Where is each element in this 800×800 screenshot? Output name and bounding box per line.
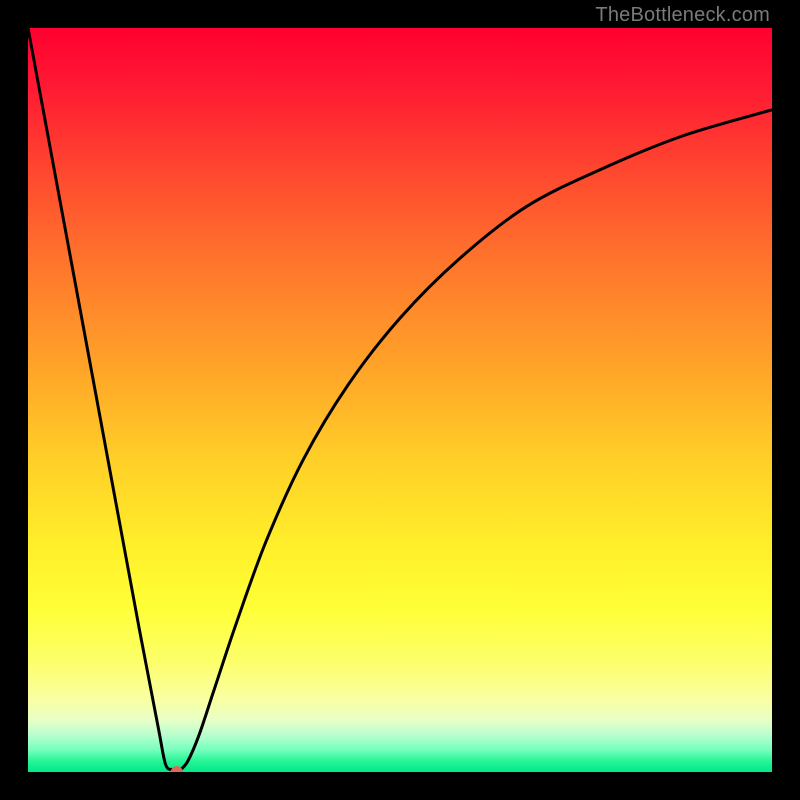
chart-frame: TheBottleneck.com [0,0,800,800]
plot-area [28,28,772,772]
watermark-text: TheBottleneck.com [595,4,770,27]
chart-curve-svg [28,28,772,772]
optimal-point-marker [171,766,183,772]
bottleneck-curve [28,28,772,772]
